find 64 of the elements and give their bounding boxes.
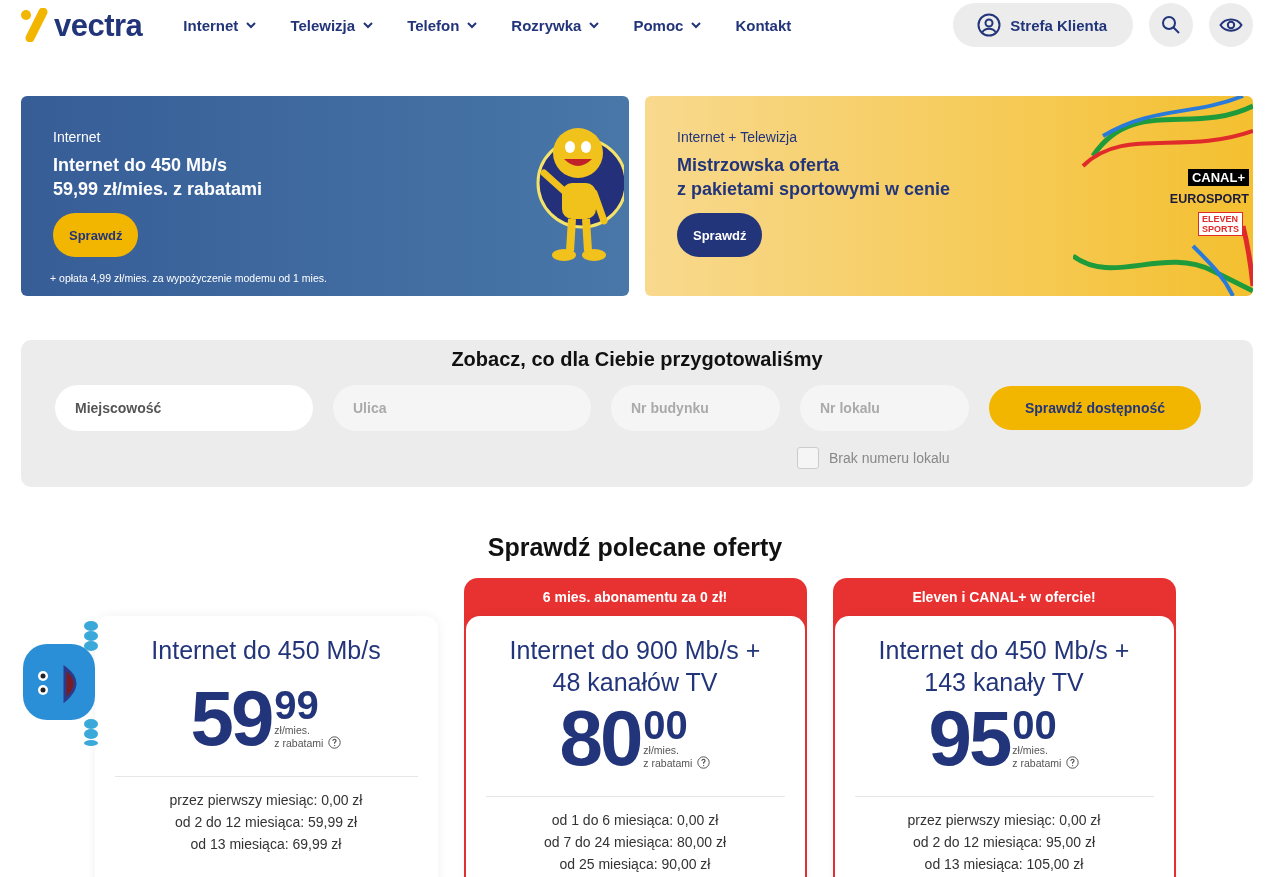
banner-title: Mistrzowska oferta z pakietami sportowymi w cenie xyxy=(677,154,951,201)
channel-logo: EUROSPORT xyxy=(1169,192,1249,206)
address-field[interactable]: Miejscowość xyxy=(55,385,313,431)
banner-footnote: + opłata 4,99 zł/mies. za wypożyczenie modemu od 1 mies. xyxy=(50,272,327,284)
price-amount: 95 xyxy=(928,698,1010,778)
nav-link[interactable]: Pomoc xyxy=(622,16,713,34)
search-icon xyxy=(1161,15,1181,35)
price-schedule-line: przez pierwszy miesiąc: 0,00 zł xyxy=(906,811,1102,830)
checkbox[interactable] xyxy=(797,447,819,469)
nav-link[interactable]: Rozrywka xyxy=(500,16,611,34)
price-schedule-line: od 13 miesiąca: 105,00 zł xyxy=(923,855,1085,874)
offers-title: Sprawdź polecane oferty xyxy=(486,533,784,562)
logo-mark-icon xyxy=(20,8,50,42)
nav-link[interactable]: Telewizja xyxy=(279,16,385,34)
user-icon xyxy=(977,13,1002,37)
price-cents: 00 xyxy=(1012,706,1057,744)
banner-eyebrow: Internet xyxy=(53,129,101,145)
price-unit: zł/mies. xyxy=(1012,744,1048,756)
price-cents: 00 xyxy=(643,706,688,744)
banner-title: Internet do 450 Mb/s 59,99 zł/mies. z rabatami xyxy=(53,154,263,201)
nav-link[interactable]: Internet xyxy=(172,16,268,34)
checkbox-label: Brak numeru lokalu xyxy=(829,450,950,466)
offer-title: Internet do 900 Mb/s + 48 kanałów TV xyxy=(508,635,762,698)
nav-link[interactable]: Telefon xyxy=(396,16,489,34)
help-icon[interactable] xyxy=(328,736,342,749)
price-schedule-line: od 2 do 12 miesiąca: 59,99 zł xyxy=(173,813,359,832)
check-availability-button[interactable]: Sprawdź dostępność xyxy=(989,386,1201,430)
accessibility-view-button[interactable] xyxy=(1209,3,1253,47)
price-schedule-line: od 2 do 12 miesiąca: 95,00 zł xyxy=(911,833,1097,852)
help-icon[interactable] xyxy=(1066,756,1080,769)
price-schedule-line: od 7 do 24 miesiąca: 80,00 zł xyxy=(542,833,728,852)
price-schedule-line: od 1 do 6 miesiąca: 0,00 zł xyxy=(550,811,720,830)
offer-title: Internet do 450 Mb/s xyxy=(150,635,382,666)
search-button[interactable] xyxy=(1149,3,1193,47)
banner-eyebrow: Internet + Telewizja xyxy=(677,129,797,145)
price-unit: zł/mies. xyxy=(643,744,679,756)
channel-logo: ELEVEN SPORTS xyxy=(1198,212,1243,236)
price-schedule-line: od 13 miesiąca: 69,99 zł xyxy=(189,835,343,854)
availability-title: Zobacz, co dla Ciebie przygotowaliśmy xyxy=(450,348,824,371)
price-note: z rabatami xyxy=(643,756,693,769)
chevron-down-icon[interactable] xyxy=(363,21,374,29)
price-schedule-line: przez pierwszy miesiąc: 0,00 zł xyxy=(168,791,364,810)
nav-link[interactable]: Kontakt xyxy=(724,16,803,34)
ribbon-label: 6 mies. abonamentu za 0 zł! xyxy=(542,589,728,605)
chevron-down-icon[interactable] xyxy=(691,21,702,29)
logo-text[interactable]: vectra xyxy=(54,9,143,41)
check-button[interactable]: Sprawdź xyxy=(53,213,139,257)
chevron-down-icon[interactable] xyxy=(589,21,600,29)
chevron-down-icon[interactable] xyxy=(246,21,257,29)
chevron-down-icon[interactable] xyxy=(467,21,478,29)
help-icon[interactable] xyxy=(697,756,711,769)
check-button[interactable]: Sprawdź xyxy=(677,213,763,257)
account-button[interactable]: Strefa Klienta xyxy=(953,3,1133,47)
offer-title: Internet do 450 Mb/s + 143 kanały TV xyxy=(877,635,1131,698)
price-cents: 99 xyxy=(274,686,319,724)
ribbon-label: Eleven i CANAL+ w ofercie! xyxy=(912,589,1096,605)
eye-icon xyxy=(1219,17,1243,33)
price-note: z rabatami xyxy=(1012,756,1062,769)
price-schedule-line: od 25 miesiąca: 90,00 zł xyxy=(558,855,712,874)
price-amount: 80 xyxy=(559,698,641,778)
channel-logo: CANAL+ xyxy=(1187,169,1249,186)
price-note: z rabatami xyxy=(274,736,324,749)
price-amount: 59 xyxy=(190,678,272,758)
price-unit: zł/mies. xyxy=(274,724,310,736)
